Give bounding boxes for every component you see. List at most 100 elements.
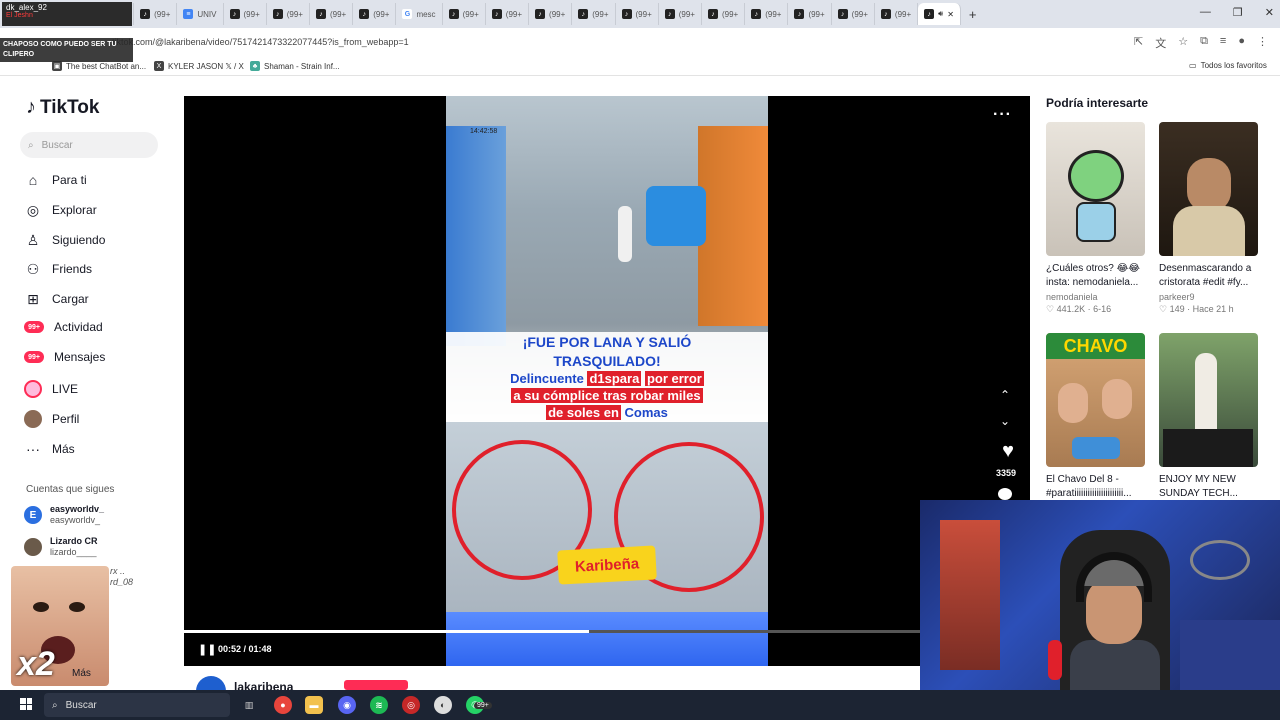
video-progress-bar[interactable] (184, 630, 920, 633)
nav-mas[interactable]: ··· Más (24, 440, 75, 458)
nav-live[interactable]: LIVE (24, 380, 78, 398)
tiktok-note-icon: ♪ (26, 96, 36, 118)
comment-icon[interactable] (998, 488, 1012, 500)
browser-tab[interactable]: ♪(99+ (616, 3, 659, 25)
close-window-icon[interactable]: ✕ (1265, 6, 1274, 19)
browser-tab[interactable]: ♪(99+ (572, 3, 616, 25)
face-eye-left (33, 602, 49, 612)
chevron-up-icon[interactable]: ⌃ (1000, 388, 1010, 402)
card-title: ENJOY MY NEW SUNDAY TECH... (1159, 474, 1238, 499)
like-heart-icon[interactable]: ♥ (1002, 440, 1014, 463)
search-icon: ⌕ (28, 139, 34, 151)
windows-start-icon[interactable] (20, 698, 32, 710)
video-thumbnail[interactable] (1046, 122, 1145, 256)
caption-line-3: Delincuente d1spara por error (446, 370, 768, 387)
following-account-2[interactable]: Lizardo CR lizardo____ (24, 536, 98, 558)
obs-icon[interactable]: ◎ (402, 696, 420, 714)
video-player[interactable]: 14:42:58 ¡FUE POR LANA Y SALIÓ TRASQUILA… (184, 96, 1030, 666)
nav-para-ti[interactable]: ⌂ Para ti (24, 171, 87, 189)
browser-tab[interactable]: ≡ UNIV (177, 3, 224, 25)
bookmark-2[interactable]: X KYLER JASON 𝕏 / X (154, 61, 244, 71)
chrome-icon[interactable]: ● (274, 696, 292, 714)
browser-tab[interactable]: ♪(99+ (745, 3, 789, 25)
tiktok-icon: ♪ (664, 9, 675, 19)
person-face-icon (1058, 383, 1088, 423)
card-user[interactable]: parkeer9 (1159, 292, 1259, 302)
following-account-1[interactable]: E easyworldv_ easyworldv_ (24, 504, 104, 526)
chat-username: dk_alex_92 (6, 3, 47, 12)
menu-icon[interactable]: ⋮ (1257, 35, 1268, 51)
close-tab-icon[interactable]: ✕ (947, 10, 954, 19)
nav-friends[interactable]: ⚇ Friends (24, 260, 92, 278)
browser-tab[interactable]: ♪(99+ (486, 3, 530, 25)
streamer-face-overlay: x2 (11, 566, 109, 686)
browser-tab[interactable]: ♪(99+ (659, 3, 702, 25)
browser-tab[interactable]: ♪(99+ (832, 3, 875, 25)
address-bar[interactable]: tiktok.com/@lakaribena/video/75174214733… (0, 28, 1280, 56)
nav-explorar[interactable]: ◎ Explorar (24, 201, 97, 219)
minimize-icon[interactable]: — (1200, 6, 1211, 19)
star-icon[interactable]: ☆ (1178, 35, 1188, 51)
account-display-name: easyworldv_ (50, 504, 105, 514)
browser-tab[interactable]: ♪(99+ (267, 3, 310, 25)
install-icon[interactable]: ⇱ (1134, 35, 1143, 51)
suggestion-card-2[interactable]: Desenmascarando a cristorata #edit #fy..… (1159, 122, 1259, 315)
tiktok-logo[interactable]: ♪ TikTok (26, 96, 99, 119)
browser-tab[interactable]: ♪(99+ (875, 3, 919, 25)
pause-icon[interactable]: ❚❚ (198, 643, 216, 656)
browser-tab[interactable]: ♪(99+ (788, 3, 832, 25)
avatar-icon[interactable]: ● (1238, 35, 1245, 51)
video-thumbnail[interactable] (1159, 122, 1258, 256)
extensions-icon[interactable]: ⧉ (1200, 35, 1208, 51)
tiktok-icon: ♪ (837, 9, 848, 19)
video-timestamp-overlay: 14:42:58 (470, 128, 498, 135)
app-icon[interactable]: ◐ (434, 696, 452, 714)
search-input[interactable]: ⌕ Buscar (20, 132, 158, 158)
browser-tab[interactable]: ♪(99+ (443, 3, 486, 25)
video-frame[interactable]: 14:42:58 ¡FUE POR LANA Y SALIÓ TRASQUILA… (446, 96, 768, 666)
caption-highlight: a su cómplice tras robar miles (511, 388, 703, 403)
browser-tab[interactable]: ♪(99+ (353, 3, 397, 25)
browser-tab[interactable]: ♪(99+ (134, 3, 178, 25)
nav-label: Perfil (52, 412, 80, 426)
nav-mensajes[interactable]: 99+ Mensajes (24, 350, 105, 364)
spotify-icon[interactable]: ≋ (370, 696, 388, 714)
active-browser-tab[interactable]: ♪ 🔊︎ ✕ (918, 3, 961, 25)
video-thumbnail[interactable]: CHAVO (1046, 333, 1145, 467)
suggestion-card-4[interactable]: ENJOY MY NEW SUNDAY TECH... (1159, 333, 1259, 501)
taskbar-search[interactable]: ⌕ Buscar (44, 693, 230, 717)
all-favorites[interactable]: ▭ Todos los favoritos (1189, 61, 1267, 70)
nav-perfil[interactable]: Perfil (24, 410, 79, 428)
nav-actividad[interactable]: 99+ Actividad (24, 320, 103, 334)
discord-icon[interactable]: ◉ (338, 696, 356, 714)
nav-cargar[interactable]: ⊞ Cargar (24, 290, 89, 308)
browser-tab[interactable]: ♪(99+ (310, 3, 354, 25)
folder-icon[interactable]: ▬ (305, 696, 323, 714)
browser-tab[interactable]: ♪(99+ (529, 3, 573, 25)
sidebar-icon[interactable]: ≡ (1220, 35, 1226, 51)
new-tab-icon[interactable]: + (969, 7, 977, 22)
task-view-icon[interactable]: ▥ (240, 696, 258, 714)
account-name: easyworldv_ easyworldv_ (50, 504, 104, 526)
browser-tab[interactable]: ♪(99+ (702, 3, 746, 25)
restore-icon[interactable]: ❐ (1233, 6, 1243, 19)
suggestion-card-3[interactable]: CHAVO El Chavo Del 8 - #paratiiiiiiiiiii… (1046, 333, 1146, 501)
follow-button[interactable] (344, 680, 408, 690)
webcam-drum (1190, 540, 1250, 580)
bookmark-3[interactable]: ♣ Shaman - Strain Inf... (250, 61, 340, 71)
bookmark-1[interactable]: ▣ The best ChatBot an... (52, 61, 146, 71)
chevron-down-icon[interactable]: ⌄ (1000, 414, 1010, 428)
video-thumbnail[interactable] (1159, 333, 1258, 467)
url-text[interactable]: tiktok.com/@lakaribena/video/75174214733… (112, 37, 409, 47)
suggestion-card-1[interactable]: ¿Cuáles otros? 😂😂 insta: nemodaniela... … (1046, 122, 1146, 315)
card-user[interactable]: nemodaniela (1046, 292, 1146, 302)
browser-tab[interactable]: ♪(99+ (224, 3, 267, 25)
card-meta: ♡ 441.2K · 6-16 (1046, 304, 1112, 314)
more-options-icon[interactable]: ··· (993, 106, 1012, 124)
translate-icon[interactable]: 文 (1155, 35, 1166, 51)
see-more-link[interactable]: Más (72, 668, 91, 679)
nav-siguiendo[interactable]: ♙ Siguiendo (24, 231, 106, 249)
browser-tab[interactable]: Gmesc (396, 3, 443, 25)
streamer-webcam (920, 500, 1280, 690)
card-title: Desenmascarando a cristorata #edit #fy..… (1159, 263, 1252, 288)
